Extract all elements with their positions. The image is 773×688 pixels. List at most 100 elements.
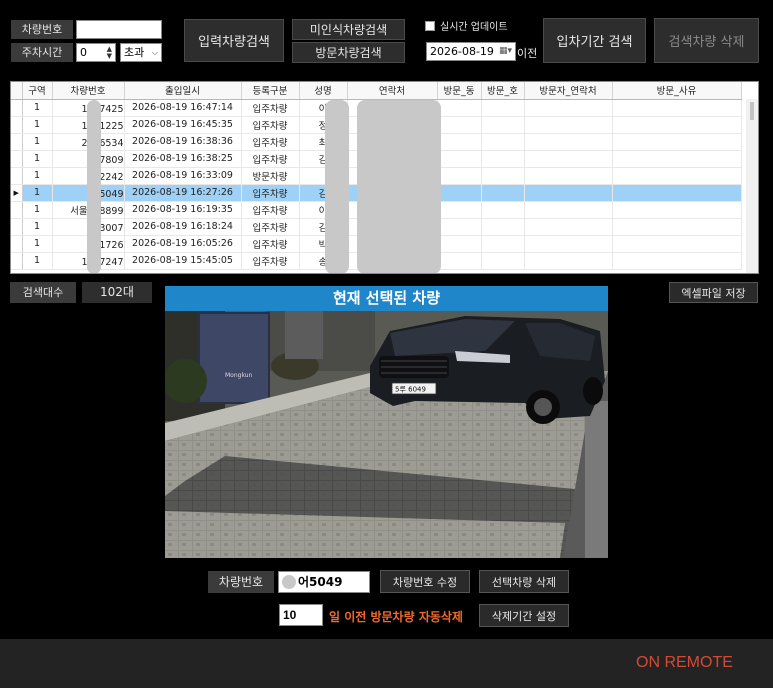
cell-empty[interactable]: [524, 252, 613, 270]
set-delete-period-button[interactable]: 삭제기간 설정: [479, 604, 569, 627]
cell-empty[interactable]: [524, 184, 613, 202]
realtime-update-toggle[interactable]: 실시간 업데이트: [425, 18, 508, 33]
cell-time[interactable]: 2026-08-19 16:45:35: [124, 116, 242, 134]
cell-empty[interactable]: [437, 201, 482, 219]
cell-zone[interactable]: 1: [22, 99, 53, 117]
row-header[interactable]: [11, 133, 23, 151]
cell-empty[interactable]: [524, 99, 613, 117]
cell-time[interactable]: 2026-08-19 16:47:14: [124, 99, 242, 117]
cell-empty[interactable]: [612, 133, 742, 151]
column-header-visitor-contact[interactable]: 방문자_연락처: [524, 82, 613, 100]
edit-plate-button[interactable]: 차량번호 수정: [380, 570, 470, 593]
cell-type[interactable]: 입주차량: [241, 184, 300, 202]
row-header[interactable]: [11, 116, 23, 134]
cell-empty[interactable]: [481, 99, 525, 117]
cell-empty[interactable]: [524, 235, 613, 253]
date-picker[interactable]: 2026-08-19 ▦▾: [426, 42, 516, 61]
cell-type[interactable]: 방문차량: [241, 167, 300, 185]
cell-zone[interactable]: 1: [22, 133, 53, 151]
cell-empty[interactable]: [437, 184, 482, 202]
cell-empty[interactable]: [481, 235, 525, 253]
cell-empty[interactable]: [437, 133, 482, 151]
unrecognized-vehicle-search-button[interactable]: 미인식차량검색: [292, 19, 405, 40]
cell-empty[interactable]: [481, 184, 525, 202]
cell-zone[interactable]: 1: [22, 184, 53, 202]
cell-empty[interactable]: [612, 99, 742, 117]
cell-empty[interactable]: [612, 201, 742, 219]
stepper-arrows-icon[interactable]: ▲ ▼: [107, 45, 112, 60]
cell-empty[interactable]: [612, 184, 742, 202]
cell-empty[interactable]: [612, 150, 742, 168]
column-header-visit-reason[interactable]: 방문_사유: [612, 82, 742, 100]
parking-time-unit-select[interactable]: 초과 ⌵: [120, 43, 162, 62]
cell-time[interactable]: 2026-08-19 16:38:25: [124, 150, 242, 168]
grid-scrollbar-thumb[interactable]: [750, 102, 754, 120]
cell-zone[interactable]: 1: [22, 116, 53, 134]
column-header-name[interactable]: 성명: [299, 82, 348, 100]
cell-time[interactable]: 2026-08-19 16:27:26: [124, 184, 242, 202]
cell-empty[interactable]: [437, 116, 482, 134]
cell-empty[interactable]: [481, 218, 525, 236]
calendar-icon[interactable]: ▦▾: [499, 43, 512, 60]
parking-time-stepper[interactable]: 0 ▲ ▼: [76, 43, 116, 62]
cell-zone[interactable]: 1: [22, 252, 53, 270]
cell-time[interactable]: 2026-08-19 16:33:09: [124, 167, 242, 185]
cell-zone[interactable]: 1: [22, 235, 53, 253]
current-row-indicator-icon[interactable]: ▶: [11, 184, 23, 202]
column-header-visit-dong[interactable]: 방문_동: [437, 82, 482, 100]
cell-type[interactable]: 입주차량: [241, 252, 300, 270]
column-header-zone[interactable]: 구역: [22, 82, 53, 100]
cell-empty[interactable]: [437, 218, 482, 236]
column-header-plate[interactable]: 차량번호: [52, 82, 125, 100]
cell-empty[interactable]: [612, 235, 742, 253]
cell-type[interactable]: 입주차량: [241, 99, 300, 117]
cell-empty[interactable]: [437, 150, 482, 168]
cell-zone[interactable]: 1: [22, 167, 53, 185]
column-header-contact[interactable]: 연락처: [347, 82, 438, 100]
cell-type[interactable]: 입주차량: [241, 133, 300, 151]
row-header[interactable]: [11, 167, 23, 185]
cell-type[interactable]: 입주차량: [241, 218, 300, 236]
column-header-visit-ho[interactable]: 방문_호: [481, 82, 525, 100]
grid-scrollbar[interactable]: [746, 99, 758, 273]
cell-empty[interactable]: [437, 235, 482, 253]
cell-time[interactable]: 2026-08-19 15:45:05: [124, 252, 242, 270]
period-search-button[interactable]: 입차기간 검색: [543, 18, 646, 63]
cell-time[interactable]: 2026-08-19 16:38:36: [124, 133, 242, 151]
realtime-update-checkbox[interactable]: [425, 20, 435, 31]
selected-plate-input[interactable]: 어5049: [278, 571, 370, 593]
delete-selected-vehicle-button[interactable]: 선택차량 삭제: [479, 570, 569, 593]
cell-time[interactable]: 2026-08-19 16:19:35: [124, 201, 242, 219]
cell-empty[interactable]: [481, 167, 525, 185]
row-header[interactable]: [11, 99, 23, 117]
delete-searched-vehicles-button[interactable]: 검색차량 삭제: [654, 18, 759, 63]
cell-empty[interactable]: [612, 218, 742, 236]
cell-empty[interactable]: [481, 150, 525, 168]
cell-empty[interactable]: [524, 133, 613, 151]
row-header[interactable]: [11, 201, 23, 219]
cell-type[interactable]: 입주차량: [241, 201, 300, 219]
row-header[interactable]: [11, 218, 23, 236]
cell-empty[interactable]: [481, 116, 525, 134]
row-header[interactable]: [11, 150, 23, 168]
cell-type[interactable]: 입주차량: [241, 150, 300, 168]
cell-empty[interactable]: [524, 201, 613, 219]
cell-empty[interactable]: [612, 167, 742, 185]
excel-save-button[interactable]: 엑셀파일 저장: [669, 282, 758, 303]
cell-type[interactable]: 입주차량: [241, 235, 300, 253]
cell-empty[interactable]: [437, 167, 482, 185]
cell-empty[interactable]: [524, 150, 613, 168]
cell-time[interactable]: 2026-08-19 16:05:26: [124, 235, 242, 253]
cell-zone[interactable]: 1: [22, 150, 53, 168]
cell-empty[interactable]: [612, 116, 742, 134]
row-header[interactable]: [11, 235, 23, 253]
row-header[interactable]: [11, 252, 23, 270]
auto-delete-days-input[interactable]: [279, 604, 323, 626]
cell-empty[interactable]: [524, 116, 613, 134]
input-vehicle-search-button[interactable]: 입력차량검색: [184, 19, 284, 62]
cell-empty[interactable]: [437, 99, 482, 117]
cell-type[interactable]: 입주차량: [241, 116, 300, 134]
cell-zone[interactable]: 1: [22, 201, 53, 219]
column-header-type[interactable]: 등록구분: [241, 82, 300, 100]
cell-empty[interactable]: [524, 218, 613, 236]
